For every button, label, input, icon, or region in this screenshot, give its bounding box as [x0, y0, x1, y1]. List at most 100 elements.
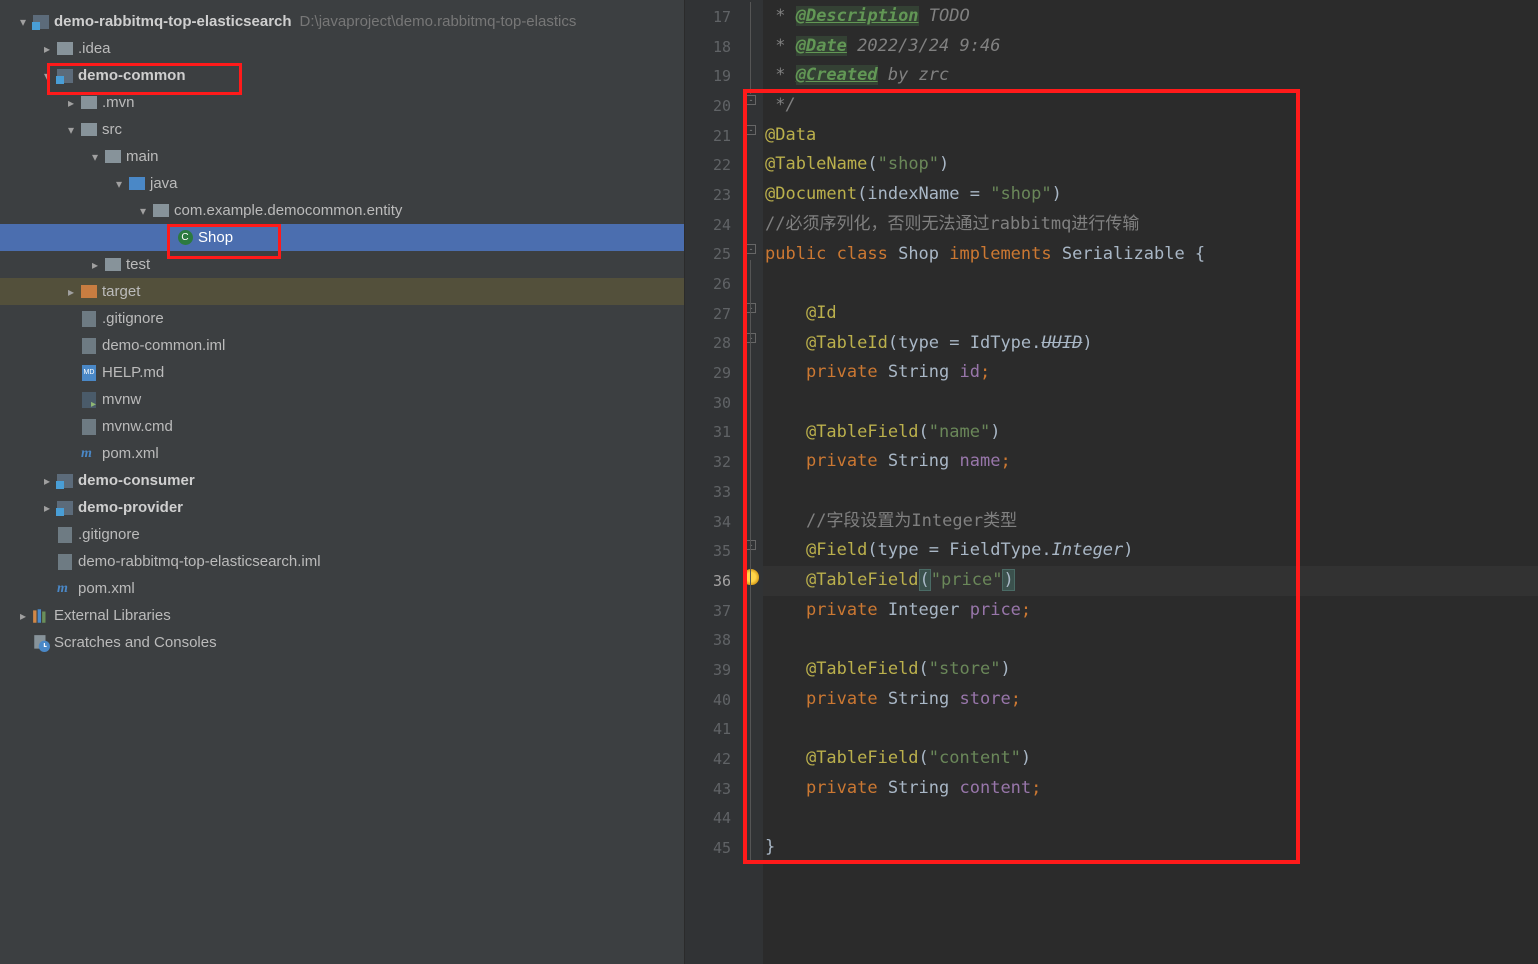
fold-marker-icon[interactable]: -	[746, 244, 756, 254]
line-number[interactable]: 32	[685, 447, 743, 477]
line-number[interactable]: 25	[685, 240, 743, 270]
code-line[interactable]	[763, 625, 1538, 655]
code-line[interactable]: @TableId(type = IdType.UUID)	[763, 329, 1538, 359]
line-number[interactable]: 23	[685, 180, 743, 210]
tree-item-demo-consumer[interactable]: demo-consumer	[0, 467, 684, 494]
code-editor-panel[interactable]: 17 18 19 20 21 22 23 24 25 26 27 28 29 3…	[685, 0, 1538, 964]
code-line[interactable]: private String content;	[763, 774, 1538, 804]
fold-marker-icon[interactable]: -	[746, 333, 756, 343]
code-line[interactable]	[763, 715, 1538, 745]
line-number[interactable]: 36	[685, 566, 743, 596]
project-tree-panel[interactable]: demo-rabbitmq-top-elasticsearch D:\javap…	[0, 0, 685, 964]
line-number[interactable]: 33	[685, 477, 743, 507]
code-line[interactable]: @TableField("content")	[763, 744, 1538, 774]
code-line[interactable]: */	[763, 91, 1538, 121]
line-number[interactable]: 22	[685, 150, 743, 180]
code-line[interactable]: * @Date 2022/3/24 9:46	[763, 32, 1538, 62]
chevron-right-icon[interactable]	[42, 501, 52, 515]
code-line[interactable]: public class Shop implements Serializabl…	[763, 240, 1538, 270]
tree-item-root-iml[interactable]: demo-rabbitmq-top-elasticsearch.iml	[0, 548, 684, 575]
code-line[interactable]: @TableField("price")	[763, 566, 1538, 596]
tree-item-test[interactable]: test	[0, 251, 684, 278]
code-line[interactable]: @TableName("shop")	[763, 150, 1538, 180]
tree-item-src[interactable]: src	[0, 116, 684, 143]
chevron-right-icon[interactable]	[66, 96, 76, 110]
line-number[interactable]: 41	[685, 715, 743, 745]
code-line[interactable]: }	[763, 833, 1538, 863]
tree-item-mvnw-cmd[interactable]: mvnw.cmd	[0, 413, 684, 440]
tree-item-gitignore-root[interactable]: .gitignore	[0, 521, 684, 548]
tree-item-target[interactable]: target	[0, 278, 684, 305]
code-line[interactable]: @TableField("store")	[763, 655, 1538, 685]
line-number[interactable]: 38	[685, 625, 743, 655]
tree-item-java[interactable]: java	[0, 170, 684, 197]
chevron-right-icon[interactable]	[66, 285, 76, 299]
tree-item-shop[interactable]: C Shop	[0, 224, 684, 251]
line-number[interactable]: 17	[685, 2, 743, 32]
line-number[interactable]: 19	[685, 61, 743, 91]
tree-item-demo-provider[interactable]: demo-provider	[0, 494, 684, 521]
line-number[interactable]: 26	[685, 269, 743, 299]
code-line[interactable]: @Id	[763, 299, 1538, 329]
chevron-down-icon[interactable]	[138, 204, 148, 218]
chevron-down-icon[interactable]	[42, 69, 52, 83]
chevron-down-icon[interactable]	[18, 15, 28, 29]
line-number[interactable]: 18	[685, 32, 743, 62]
line-number[interactable]: 31	[685, 418, 743, 448]
line-number[interactable]: 27	[685, 299, 743, 329]
chevron-down-icon[interactable]	[90, 150, 100, 164]
fold-marker-icon[interactable]: -	[746, 125, 756, 135]
code-line[interactable]: private String name;	[763, 447, 1538, 477]
tree-item-help[interactable]: MD HELP.md	[0, 359, 684, 386]
tree-item-iml[interactable]: demo-common.iml	[0, 332, 684, 359]
code-line[interactable]: //字段设置为Integer类型	[763, 507, 1538, 537]
fold-marker-icon[interactable]: -	[746, 540, 756, 550]
tree-item-pom-root[interactable]: m pom.xml	[0, 575, 684, 602]
tree-item-pom[interactable]: m pom.xml	[0, 440, 684, 467]
code-line[interactable]: @Document(indexName = "shop")	[763, 180, 1538, 210]
code-line[interactable]: private Integer price;	[763, 596, 1538, 626]
code-line[interactable]: private String store;	[763, 685, 1538, 715]
code-line[interactable]	[763, 388, 1538, 418]
chevron-down-icon[interactable]	[114, 177, 124, 191]
code-line[interactable]: * @Created by zrc	[763, 61, 1538, 91]
line-number[interactable]: 42	[685, 744, 743, 774]
line-number[interactable]: 39	[685, 655, 743, 685]
line-number[interactable]: 29	[685, 358, 743, 388]
lightbulb-icon[interactable]	[743, 569, 759, 585]
tree-item-package[interactable]: com.example.democommon.entity	[0, 197, 684, 224]
code-line[interactable]	[763, 269, 1538, 299]
chevron-right-icon[interactable]	[90, 258, 100, 272]
line-number[interactable]: 45	[685, 833, 743, 863]
line-number[interactable]: 44	[685, 804, 743, 834]
tree-item-mvn[interactable]: .mvn	[0, 89, 684, 116]
line-number[interactable]: 20	[685, 91, 743, 121]
chevron-down-icon[interactable]	[66, 123, 76, 137]
chevron-right-icon[interactable]	[42, 474, 52, 488]
code-line[interactable]: * @Description TODO	[763, 2, 1538, 32]
code-line[interactable]	[763, 477, 1538, 507]
line-number[interactable]: 40	[685, 685, 743, 715]
tree-item-main[interactable]: main	[0, 143, 684, 170]
fold-gutter[interactable]: - - - - - -	[743, 0, 763, 964]
tree-item-gitignore[interactable]: .gitignore	[0, 305, 684, 332]
line-number[interactable]: 24	[685, 210, 743, 240]
line-number-gutter[interactable]: 17 18 19 20 21 22 23 24 25 26 27 28 29 3…	[685, 0, 743, 964]
tree-item-demo-common[interactable]: demo-common	[0, 62, 684, 89]
code-line[interactable]: private String id;	[763, 358, 1538, 388]
tree-item-external-libraries[interactable]: External Libraries	[0, 602, 684, 629]
code-line[interactable]: @TableField("name")	[763, 418, 1538, 448]
tree-item-scratches[interactable]: Scratches and Consoles	[0, 629, 684, 656]
code-line[interactable]: @Field(type = FieldType.Integer)	[763, 536, 1538, 566]
tree-item-idea[interactable]: .idea	[0, 35, 684, 62]
line-number[interactable]: 34	[685, 507, 743, 537]
line-number[interactable]: 35	[685, 536, 743, 566]
code-text-area[interactable]: * @Description TODO * @Date 2022/3/24 9:…	[763, 0, 1538, 964]
fold-marker-icon[interactable]: -	[746, 303, 756, 313]
code-line[interactable]: @Data	[763, 121, 1538, 151]
tree-item-mvnw[interactable]: mvnw	[0, 386, 684, 413]
chevron-right-icon[interactable]	[42, 42, 52, 56]
line-number[interactable]: 30	[685, 388, 743, 418]
code-line[interactable]	[763, 804, 1538, 834]
chevron-right-icon[interactable]	[18, 609, 28, 623]
